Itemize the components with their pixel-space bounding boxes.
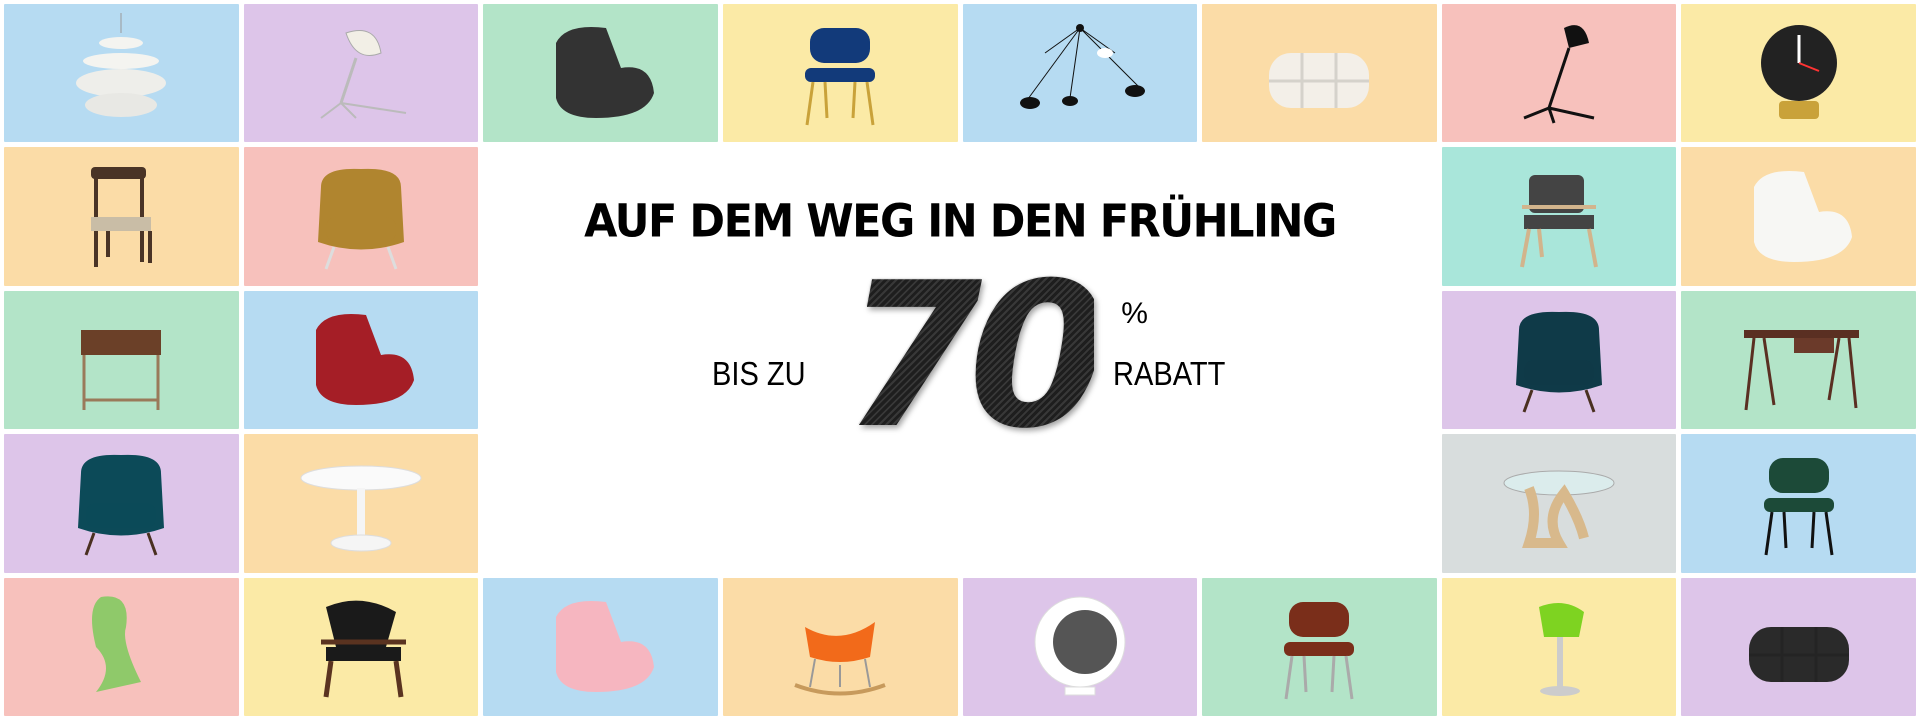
chair-icon [805,28,876,126]
discount-value: 70 [843,240,1107,474]
product-tile[interactable] [4,290,239,430]
product-tile[interactable] [483,4,718,143]
table-icon [300,465,422,552]
rocking-chair-icon [794,621,886,696]
product-tile[interactable] [243,577,479,716]
product-tile[interactable] [1681,4,1916,143]
coffee-table-icon [1503,470,1615,549]
floor-lamp-icon [320,30,407,119]
swan-chair-icon [317,168,404,270]
product-tile[interactable] [1441,290,1677,430]
bar-stool-icon [1539,602,1585,696]
armchair-icon [78,455,165,556]
side-table-icon [81,329,162,410]
lounge-chair-icon [315,313,414,405]
product-tile[interactable] [1202,577,1437,716]
product-tile[interactable] [962,577,1198,716]
promo-panel[interactable]: AUF DEM WEG IN DEN FRÜHLING BIS ZU 70 % … [483,147,1437,573]
product-tile[interactable] [1681,147,1916,286]
armchair-icon [320,600,406,698]
lounge-chair-icon [555,27,654,119]
chair-icon [92,596,142,692]
ball-chair-icon [1034,596,1126,696]
product-tile[interactable] [4,4,239,143]
product-tile[interactable] [722,4,958,143]
promo-suffix: RABATT [1113,355,1226,393]
ceiling-lamp-icon [1019,24,1145,110]
product-tile[interactable] [4,577,239,716]
desk-lamp-icon [1523,25,1595,124]
lounge-chair-icon [555,600,654,692]
product-tile[interactable] [1441,434,1677,573]
product-tile[interactable] [243,434,479,573]
product-tile[interactable] [483,577,718,716]
product-tile[interactable] [1681,434,1916,573]
percent-sign: % [1121,297,1148,331]
product-tile[interactable] [1202,4,1437,143]
product-tile[interactable] [243,4,479,143]
desk-icon [1743,329,1859,411]
product-tile[interactable] [1681,577,1916,716]
armchair-icon [1520,174,1599,267]
modular-sofa-icon [1269,53,1370,109]
clock-icon [1760,25,1837,120]
product-tile[interactable] [4,147,239,286]
armchair-icon [1516,311,1603,413]
product-tile[interactable] [4,434,239,573]
product-tile[interactable] [722,577,958,716]
chair-icon [1763,458,1834,556]
product-tile[interactable] [1681,290,1916,430]
product-tile[interactable] [243,290,479,430]
pouf-icon [1748,626,1849,682]
lounge-chair-icon [1753,170,1852,262]
product-tile[interactable] [1441,147,1677,286]
product-tile[interactable] [243,147,479,286]
product-tile[interactable] [962,4,1198,143]
chair-icon [91,166,153,267]
pendant-lamp-icon [76,13,167,118]
promo-prefix: BIS ZU [712,355,806,393]
product-grid: AUF DEM WEG IN DEN FRÜHLING BIS ZU 70 % … [0,0,1920,720]
product-tile[interactable] [1441,577,1677,716]
product-tile[interactable] [1441,4,1677,143]
chair-icon [1284,601,1355,699]
